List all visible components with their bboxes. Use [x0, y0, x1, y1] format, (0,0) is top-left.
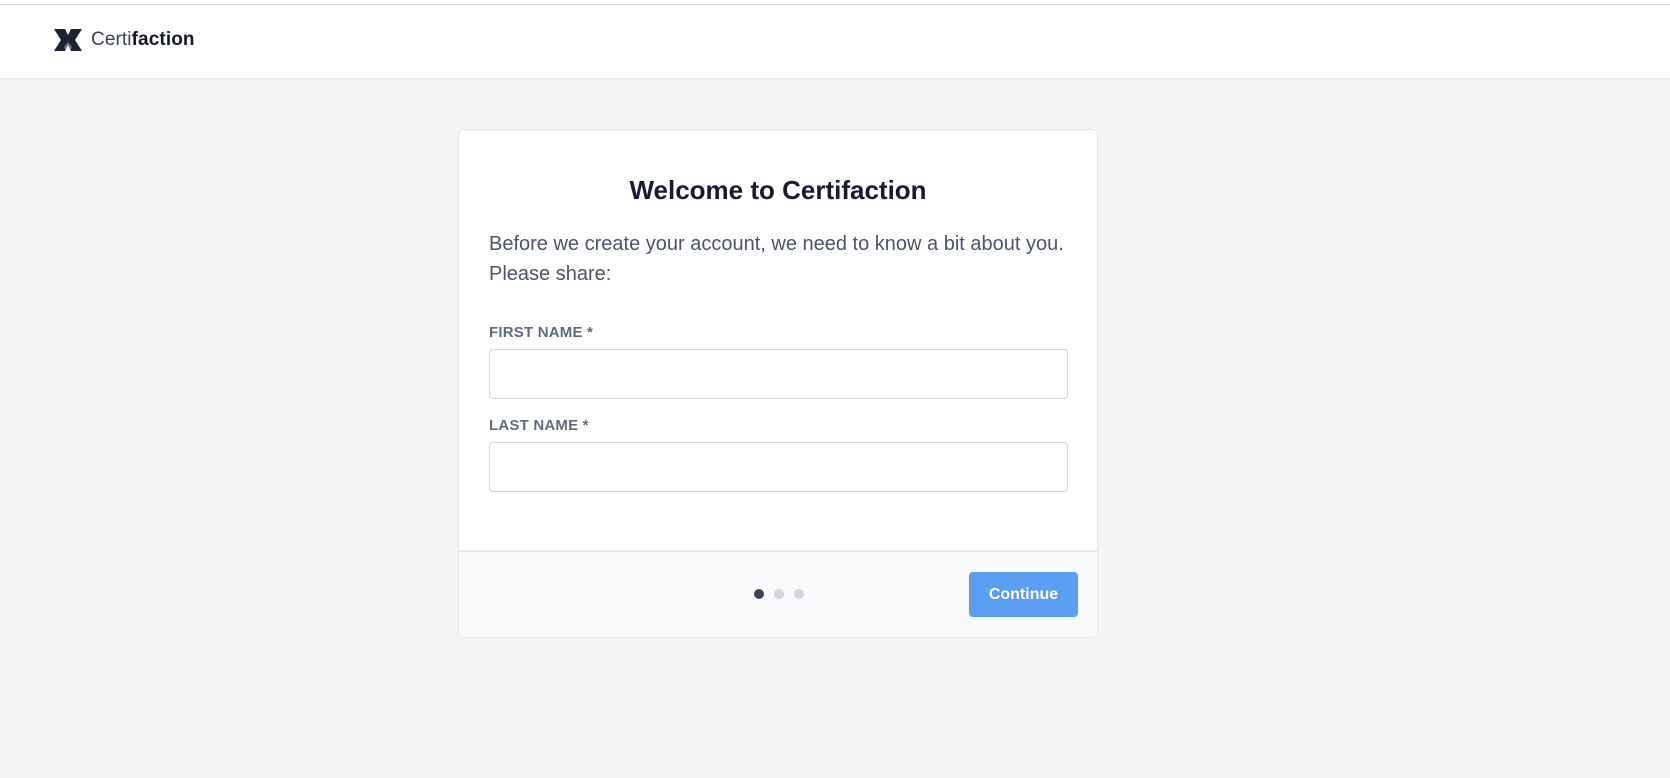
first-name-input[interactable]: [489, 349, 1068, 399]
last-name-label: LAST NAME *: [489, 417, 589, 434]
step-indicator: [754, 589, 804, 599]
first-name-label: FIRST NAME *: [489, 324, 594, 341]
page-title: Welcome to Certifaction: [629, 175, 927, 205]
welcome-card: Welcome to Certifaction Before we create…: [458, 129, 1098, 638]
intro-text: Before we create your account, we need t…: [489, 233, 1064, 285]
app-header: Certifaction: [0, 5, 1670, 78]
certifaction-logo-icon: [54, 29, 82, 51]
card-body: Welcome to Certifaction Before we create…: [459, 174, 1097, 492]
brand-name: Certifaction: [91, 29, 195, 50]
brand-logo-link[interactable]: Certifaction: [53, 27, 195, 53]
card-footer: Continue: [459, 550, 1097, 637]
last-name-input[interactable]: [489, 442, 1068, 492]
step-dot-1[interactable]: [754, 589, 764, 599]
continue-button[interactable]: Continue: [969, 572, 1078, 617]
step-dot-3[interactable]: [794, 589, 804, 599]
step-dot-2[interactable]: [774, 589, 784, 599]
